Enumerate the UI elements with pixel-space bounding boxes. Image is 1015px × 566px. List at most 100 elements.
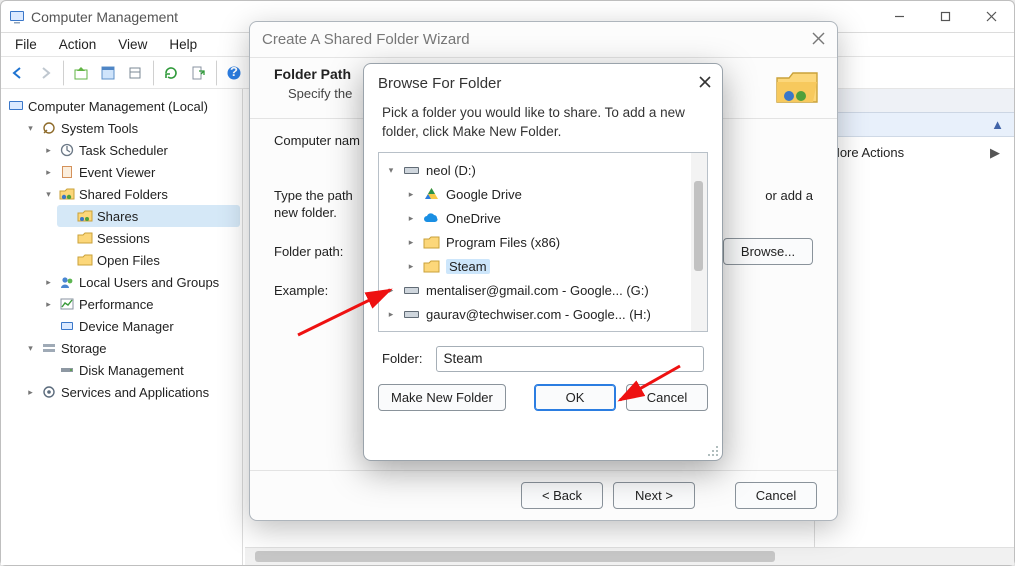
tree-root[interactable]: Computer Management (Local) (28, 99, 208, 114)
wizard-footer: < Back Next > Cancel (250, 470, 837, 520)
browse-tree[interactable]: ▾ neol (D:) ▸ Google Drive ▸ OneDrive ▸ Prog… (378, 152, 708, 332)
type-path-text: Type the path (274, 188, 353, 203)
wizard-titlebar: Create A Shared Folder Wizard (250, 22, 837, 58)
tree-storage[interactable]: Storage (61, 341, 107, 356)
back-button[interactable] (5, 60, 31, 86)
browse-message: Pick a folder you would like to share. T… (364, 102, 722, 152)
app-icon (9, 9, 25, 25)
browse-close-button[interactable] (698, 75, 712, 92)
onedrive-label[interactable]: OneDrive (446, 211, 501, 226)
tree-shared-folders[interactable]: Shared Folders (79, 187, 168, 202)
expand-icon[interactable]: ▸ (405, 189, 417, 200)
menu-help[interactable]: Help (159, 35, 207, 54)
back-button-wizard[interactable]: < Back (521, 482, 603, 509)
expand-icon[interactable]: ▸ (43, 167, 54, 178)
cancel-button-wizard[interactable]: Cancel (735, 482, 817, 509)
window-buttons (876, 1, 1014, 33)
wizard-title: Create A Shared Folder Wizard (262, 31, 812, 48)
folder-icon (423, 234, 440, 251)
maximize-button[interactable] (922, 1, 968, 33)
resize-grip-icon[interactable] (707, 445, 719, 457)
expand-icon[interactable]: ▸ (25, 387, 36, 398)
horizontal-scrollbar[interactable] (245, 547, 1014, 565)
collapse-icon[interactable]: ▾ (25, 343, 36, 354)
performance-icon (58, 296, 75, 313)
cancel-button[interactable]: Cancel (626, 384, 708, 411)
export-button[interactable] (122, 60, 148, 86)
vertical-scrollbar[interactable] (691, 153, 707, 331)
gmail-drive-label[interactable]: mentaliser@gmail.com - Google... (G:) (426, 283, 649, 298)
tree-performance[interactable]: Performance (79, 297, 153, 312)
minimize-button[interactable] (876, 1, 922, 33)
forward-button[interactable] (32, 60, 58, 86)
tree-system-tools[interactable]: System Tools (61, 121, 138, 136)
collapse-icon[interactable]: ▾ (43, 189, 54, 200)
refresh-button[interactable] (158, 60, 184, 86)
browse-title: Browse For Folder (378, 75, 698, 92)
type-path-text2: new folder. (274, 205, 337, 220)
tools-icon (40, 120, 57, 137)
expand-icon[interactable]: ▸ (43, 145, 54, 156)
up-button[interactable] (68, 60, 94, 86)
onedrive-icon (423, 210, 440, 227)
collapse-icon[interactable]: ▾ (25, 123, 36, 134)
book-icon (58, 164, 75, 181)
tree-device-manager[interactable]: Device Manager (79, 319, 174, 334)
expand-icon[interactable]: ▸ (385, 309, 397, 320)
progfiles-label[interactable]: Program Files (x86) (446, 235, 560, 250)
techwiser-drive-label[interactable]: gaurav@techwiser.com - Google... (H:) (426, 307, 651, 322)
expand-icon[interactable]: ▸ (43, 277, 54, 288)
help-button[interactable]: ? (221, 60, 247, 86)
properties-button[interactable] (95, 60, 121, 86)
tree-open-files[interactable]: Open Files (97, 253, 160, 268)
shares-icon (76, 208, 93, 225)
menu-view[interactable]: View (108, 35, 157, 54)
actions-pane: s s▲ More Actions▶ (814, 89, 1014, 565)
tree-event-viewer[interactable]: Event Viewer (79, 165, 155, 180)
tree-services[interactable]: Services and Applications (61, 385, 209, 400)
scrollbar-thumb[interactable] (255, 551, 775, 562)
shared-folder-icon (58, 186, 75, 203)
shared-folder-large-icon (775, 66, 819, 106)
navigation-tree[interactable]: Computer Management (Local) ▾ System Too… (1, 89, 243, 565)
folder-input[interactable] (436, 346, 704, 372)
tree-task-scheduler[interactable]: Task Scheduler (79, 143, 168, 158)
tree-shares[interactable]: Shares (97, 209, 138, 224)
browse-button[interactable]: Browse... (723, 238, 813, 265)
actions-more[interactable]: More Actions▶ (815, 137, 1014, 169)
expand-icon[interactable]: ▸ (385, 285, 397, 296)
drive-icon (403, 306, 420, 323)
steam-label[interactable]: Steam (446, 259, 490, 274)
wizard-close-button[interactable] (812, 32, 825, 48)
svg-text:?: ? (230, 65, 238, 79)
expand-icon[interactable]: ▸ (405, 237, 417, 248)
tree-disk-management[interactable]: Disk Management (79, 363, 184, 378)
tree-sessions[interactable]: Sessions (97, 231, 150, 246)
storage-icon (40, 340, 57, 357)
openfiles-icon (76, 252, 93, 269)
expand-icon[interactable]: ▸ (405, 261, 417, 272)
menu-file[interactable]: File (5, 35, 47, 54)
scrollbar-thumb[interactable] (694, 181, 703, 271)
drive-label[interactable]: neol (D:) (426, 163, 476, 178)
close-button[interactable] (968, 1, 1014, 33)
computer-icon (7, 98, 24, 115)
users-icon (58, 274, 75, 291)
folder-icon (423, 258, 440, 275)
drive-icon (403, 162, 420, 179)
menu-action[interactable]: Action (49, 35, 107, 54)
tree-local-users[interactable]: Local Users and Groups (79, 275, 219, 290)
export-list-button[interactable] (185, 60, 211, 86)
make-new-folder-button[interactable]: Make New Folder (378, 384, 506, 411)
expand-icon[interactable]: ▸ (405, 213, 417, 224)
sessions-icon (76, 230, 93, 247)
collapse-icon[interactable]: ▾ (385, 165, 397, 176)
ok-button[interactable]: OK (534, 384, 616, 411)
next-button-wizard[interactable]: Next > (613, 482, 695, 509)
expand-icon[interactable]: ▸ (43, 299, 54, 310)
main-title: Computer Management (31, 9, 178, 25)
browse-buttons: Make New Folder OK Cancel (364, 372, 722, 425)
device-manager-icon (58, 318, 75, 335)
gdrive-label[interactable]: Google Drive (446, 187, 522, 202)
browse-titlebar: Browse For Folder (364, 64, 722, 102)
